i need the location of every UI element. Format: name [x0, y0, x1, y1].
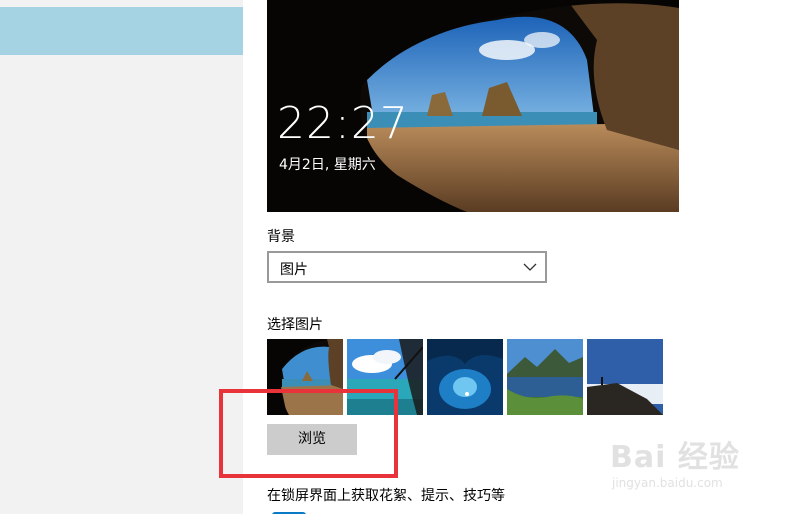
clock-time: 22:27: [277, 98, 409, 149]
browse-button[interactable]: 浏览: [267, 424, 357, 455]
picture-thumbnail-boat-sea[interactable]: [347, 339, 423, 415]
fun-facts-label: 在锁屏界面上获取花絮、提示、技巧等: [267, 488, 505, 504]
clock-date: 4月2日, 星期六: [279, 157, 376, 173]
chevron-down-icon: [523, 263, 537, 271]
background-dropdown[interactable]: 图片: [267, 251, 547, 283]
watermark-url: jingyan.baidu.com: [612, 476, 723, 490]
choose-picture-label: 选择图片: [267, 317, 323, 333]
navigation-pane: [0, 0, 243, 514]
watermark-brand: Bai 经验: [610, 440, 740, 475]
background-label: 背景: [267, 229, 295, 245]
lock-screen-preview: 22:27 4月2日, 星期六: [267, 0, 679, 212]
picture-thumbnail-ice-cave[interactable]: [427, 339, 503, 415]
nav-item-selected[interactable]: [0, 7, 243, 55]
picture-thumbnail-mountain-lake[interactable]: [507, 339, 583, 415]
picture-thumbnail-cave-beach[interactable]: [267, 339, 343, 415]
background-dropdown-value: 图片: [280, 262, 308, 278]
picture-thumbnail-cliff-clouds[interactable]: [587, 339, 663, 415]
baidu-watermark: Bai 经验 jingyan.baidu.com: [610, 432, 790, 502]
